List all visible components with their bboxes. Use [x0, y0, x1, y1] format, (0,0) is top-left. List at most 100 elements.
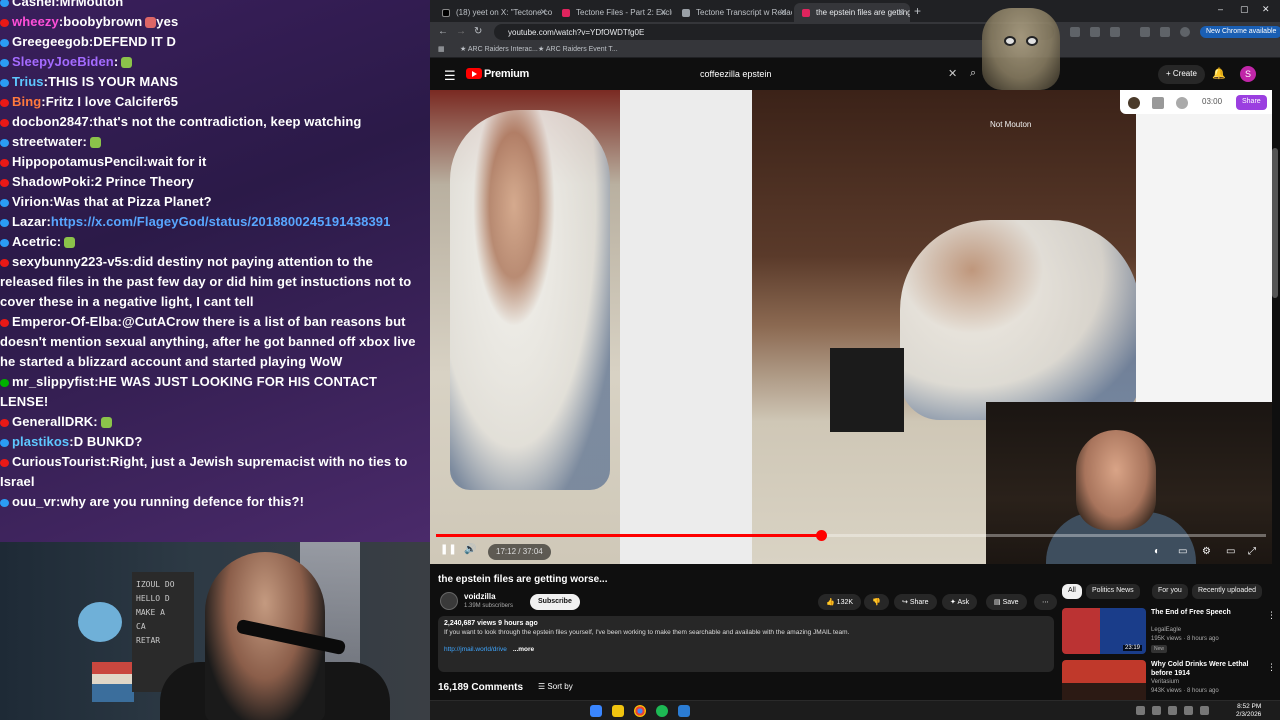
autoplay-toggle-icon[interactable]: ◐	[1154, 546, 1160, 557]
new-tab-icon[interactable]: +	[914, 4, 921, 18]
file-explorer-icon[interactable]	[612, 705, 624, 717]
update-chrome-button[interactable]: New Chrome available	[1200, 26, 1280, 38]
page-scrollbar[interactable]	[1272, 148, 1278, 298]
recommended-title[interactable]: The End of Free Speech	[1151, 608, 1263, 617]
chat-link[interactable]: https://x.com/FlageyGod/status/201880024…	[51, 214, 391, 229]
chat-username[interactable]: plastikos	[12, 434, 69, 449]
chat-username[interactable]: ouu_vr	[12, 494, 56, 509]
recommended-video[interactable]: 23:19 The End of Free Speech LegalEagle …	[1062, 608, 1278, 656]
recommended-title[interactable]: Why Cold Drinks Were Lethal before 1914	[1151, 660, 1263, 678]
tray-icon[interactable]	[1136, 706, 1145, 715]
description-box[interactable]: 2,240,687 views 9 hours ago If you want …	[438, 616, 1054, 672]
reload-icon[interactable]: ↻	[474, 26, 482, 37]
video-player[interactable]: Not Mouton 03:00 Share ❚❚ 🔊 17:12 / 37:0…	[430, 90, 1272, 564]
notifications-bell-icon[interactable]: 🔔	[1212, 67, 1226, 80]
chat-username[interactable]: Bing	[12, 94, 41, 109]
back-icon[interactable]: ←	[438, 26, 448, 37]
tray-icon[interactable]	[1152, 706, 1161, 715]
close-tab-icon[interactable]: ✕	[659, 7, 667, 18]
steam-icon[interactable]	[678, 705, 690, 717]
start-menu-icon[interactable]	[590, 705, 602, 717]
extension-icon[interactable]	[1070, 27, 1080, 37]
chat-username[interactable]: docbon2847	[12, 114, 89, 129]
extension-icon[interactable]	[1090, 27, 1100, 37]
chat-username[interactable]: streetwater	[12, 134, 82, 149]
recommended-channel[interactable]: Veritasium	[1151, 679, 1179, 685]
chat-username[interactable]: GenerallDRK	[12, 414, 93, 429]
close-tab-icon[interactable]: ✕	[897, 7, 905, 18]
youtube-brand[interactable]: Premium	[484, 68, 529, 80]
tab-transcript[interactable]: Tectone Transcript w Redaction ✕	[674, 3, 792, 22]
minimize-icon[interactable]: –	[1218, 4, 1223, 14]
chat-username[interactable]: Acetric	[12, 234, 57, 249]
chat-username[interactable]: Greegeegob	[12, 34, 89, 49]
theater-mode-icon[interactable]: ▭	[1226, 546, 1235, 557]
channel-name[interactable]: voidzilla	[464, 592, 496, 601]
chip-for-you[interactable]: For you	[1152, 584, 1188, 599]
system-clock[interactable]: 8:52 PM 2/3/2026	[1236, 703, 1261, 719]
account-avatar[interactable]: S	[1240, 66, 1256, 82]
chat-username[interactable]: Cashel:MrMouton	[12, 0, 123, 9]
volume-tray-icon[interactable]	[1200, 706, 1209, 715]
chat-username[interactable]: HippopotamusPencil	[12, 154, 143, 169]
chat-username[interactable]: Virion	[12, 194, 49, 209]
spotify-icon[interactable]	[656, 705, 668, 717]
video-thumbnail[interactable]: 23:19	[1062, 608, 1146, 654]
chat-username[interactable]: Trius	[12, 74, 44, 89]
tab-epstein-video[interactable]: the epstein files are getting ✕	[794, 3, 910, 22]
chat-username[interactable]: Emperor-Of-Elba	[12, 314, 118, 329]
like-button[interactable]: 👍 132K	[818, 594, 862, 610]
save-button[interactable]: ▤ Save	[986, 594, 1027, 610]
tab-tectone-files[interactable]: Tectone Files - Part 2: Exclusive ✕	[554, 3, 672, 22]
share-button[interactable]: ↪ Share	[894, 594, 937, 610]
chat-username[interactable]: SleepyJoeBiden	[12, 54, 114, 69]
toolbar-layout-icon[interactable]	[1152, 97, 1164, 109]
chat-username[interactable]: mr_slippyfist	[12, 374, 94, 389]
sort-comments-button[interactable]: ☰ Sort by	[538, 682, 573, 691]
forward-icon[interactable]: →	[456, 26, 466, 37]
url-field[interactable]: youtube.com/watch?v=YDfOWDTfg0E	[494, 24, 1054, 40]
window-close-icon[interactable]: ✕	[1262, 4, 1270, 15]
chat-username[interactable]: Lazar	[12, 214, 46, 229]
sidepanel-icon[interactable]	[1160, 27, 1170, 37]
apps-grid-icon[interactable]: ▦	[438, 45, 445, 53]
ask-button[interactable]: ✦ Ask	[942, 594, 978, 610]
toolbar-avatar[interactable]	[1128, 97, 1140, 109]
profile-icon[interactable]	[1180, 27, 1190, 37]
toolbar-record-icon[interactable]	[1176, 97, 1188, 109]
wifi-icon[interactable]	[1184, 706, 1193, 715]
settings-gear-icon[interactable]: ⚙	[1202, 546, 1211, 557]
chip-recently-uploaded[interactable]: Recently uploaded	[1192, 584, 1262, 599]
close-tab-icon[interactable]: ✕	[779, 7, 787, 18]
chat-username[interactable]: ShadowPoki	[12, 174, 90, 189]
chip-politics-news[interactable]: Politics News	[1086, 584, 1140, 599]
search-icon[interactable]: ⌕	[970, 67, 976, 80]
tray-icon[interactable]	[1168, 706, 1177, 715]
chat-username[interactable]: wheezy	[12, 14, 59, 29]
clear-search-icon[interactable]: ✕	[948, 67, 957, 80]
volume-icon[interactable]: 🔊	[464, 544, 476, 555]
extension-icon[interactable]	[1110, 27, 1120, 37]
dislike-button[interactable]: 👎	[864, 594, 889, 610]
chip-all[interactable]: All	[1062, 584, 1082, 599]
show-more-link[interactable]: ...more	[513, 646, 534, 653]
description-link[interactable]: http://jmail.world/drive	[444, 646, 507, 653]
more-options-icon[interactable]: ⋮	[1267, 610, 1276, 621]
channel-avatar[interactable]	[440, 592, 458, 610]
bookmark-arc-event[interactable]: ★ ARC Raiders Event T...	[538, 45, 618, 53]
chrome-taskbar-icon[interactable]	[634, 705, 646, 717]
chat-username[interactable]: sexybunny223-v5s	[12, 254, 129, 269]
search-input[interactable]: coffeezilla epstein	[692, 65, 962, 84]
tab-x-post[interactable]: (18) yeet on X: "Tectone confirm ✕	[434, 3, 552, 22]
close-tab-icon[interactable]: ✕	[539, 7, 547, 18]
hamburger-menu-icon[interactable]: ☰	[444, 68, 456, 84]
youtube-logo-icon[interactable]	[466, 68, 482, 79]
chat-username[interactable]: CuriousTourist	[12, 454, 106, 469]
more-actions-icon[interactable]: ⋯	[1034, 594, 1057, 610]
subscribe-button[interactable]: Subscribe	[530, 594, 580, 610]
captions-icon[interactable]: ▭	[1178, 546, 1187, 557]
more-options-icon[interactable]: ⋮	[1267, 662, 1276, 673]
maximize-icon[interactable]: ▢	[1240, 4, 1249, 15]
create-button[interactable]: + Create	[1158, 65, 1205, 84]
fullscreen-icon[interactable]: ⤢	[1248, 546, 1256, 557]
